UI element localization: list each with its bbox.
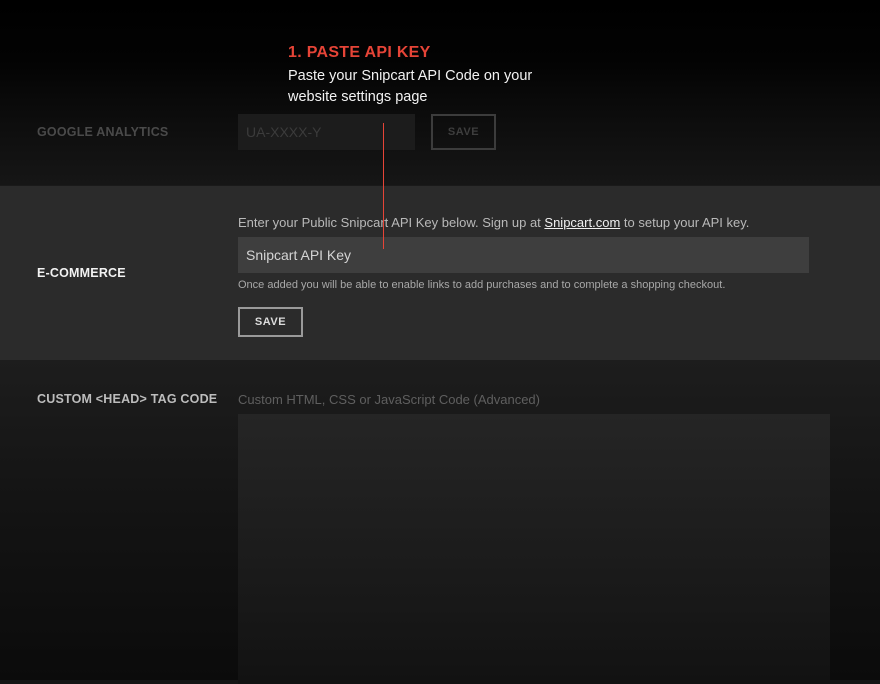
custom-head-code-textarea[interactable] <box>238 414 830 684</box>
snipcart-link[interactable]: Snipcart.com <box>544 215 620 230</box>
callout-pointer-line <box>383 123 384 249</box>
ecommerce-panel <box>0 186 880 360</box>
custom-head-caption: Custom HTML, CSS or JavaScript Code (Adv… <box>238 392 540 407</box>
ecommerce-label: E-COMMERCE <box>37 266 126 280</box>
ecommerce-intro-after: to setup your API key. <box>620 215 750 230</box>
snipcart-api-key-input[interactable] <box>238 237 809 273</box>
google-analytics-input[interactable] <box>238 114 415 150</box>
ecommerce-hint-text: Once added you will be able to enable li… <box>238 279 726 291</box>
ecommerce-save-button[interactable]: SAVE <box>238 307 303 337</box>
callout-text: Paste your Snipcart API Code on your web… <box>288 68 533 105</box>
google-analytics-label: GOOGLE ANALYTICS <box>37 125 169 139</box>
callout-title: 1. PASTE API KEY <box>288 44 431 61</box>
google-analytics-save-button[interactable]: SAVE <box>431 114 496 150</box>
ecommerce-intro-text: Enter your Public Snipcart API Key below… <box>238 215 749 230</box>
ecommerce-intro-before: Enter your Public Snipcart API Key below… <box>238 215 545 230</box>
custom-head-label: CUSTOM <HEAD> TAG CODE <box>37 392 218 406</box>
